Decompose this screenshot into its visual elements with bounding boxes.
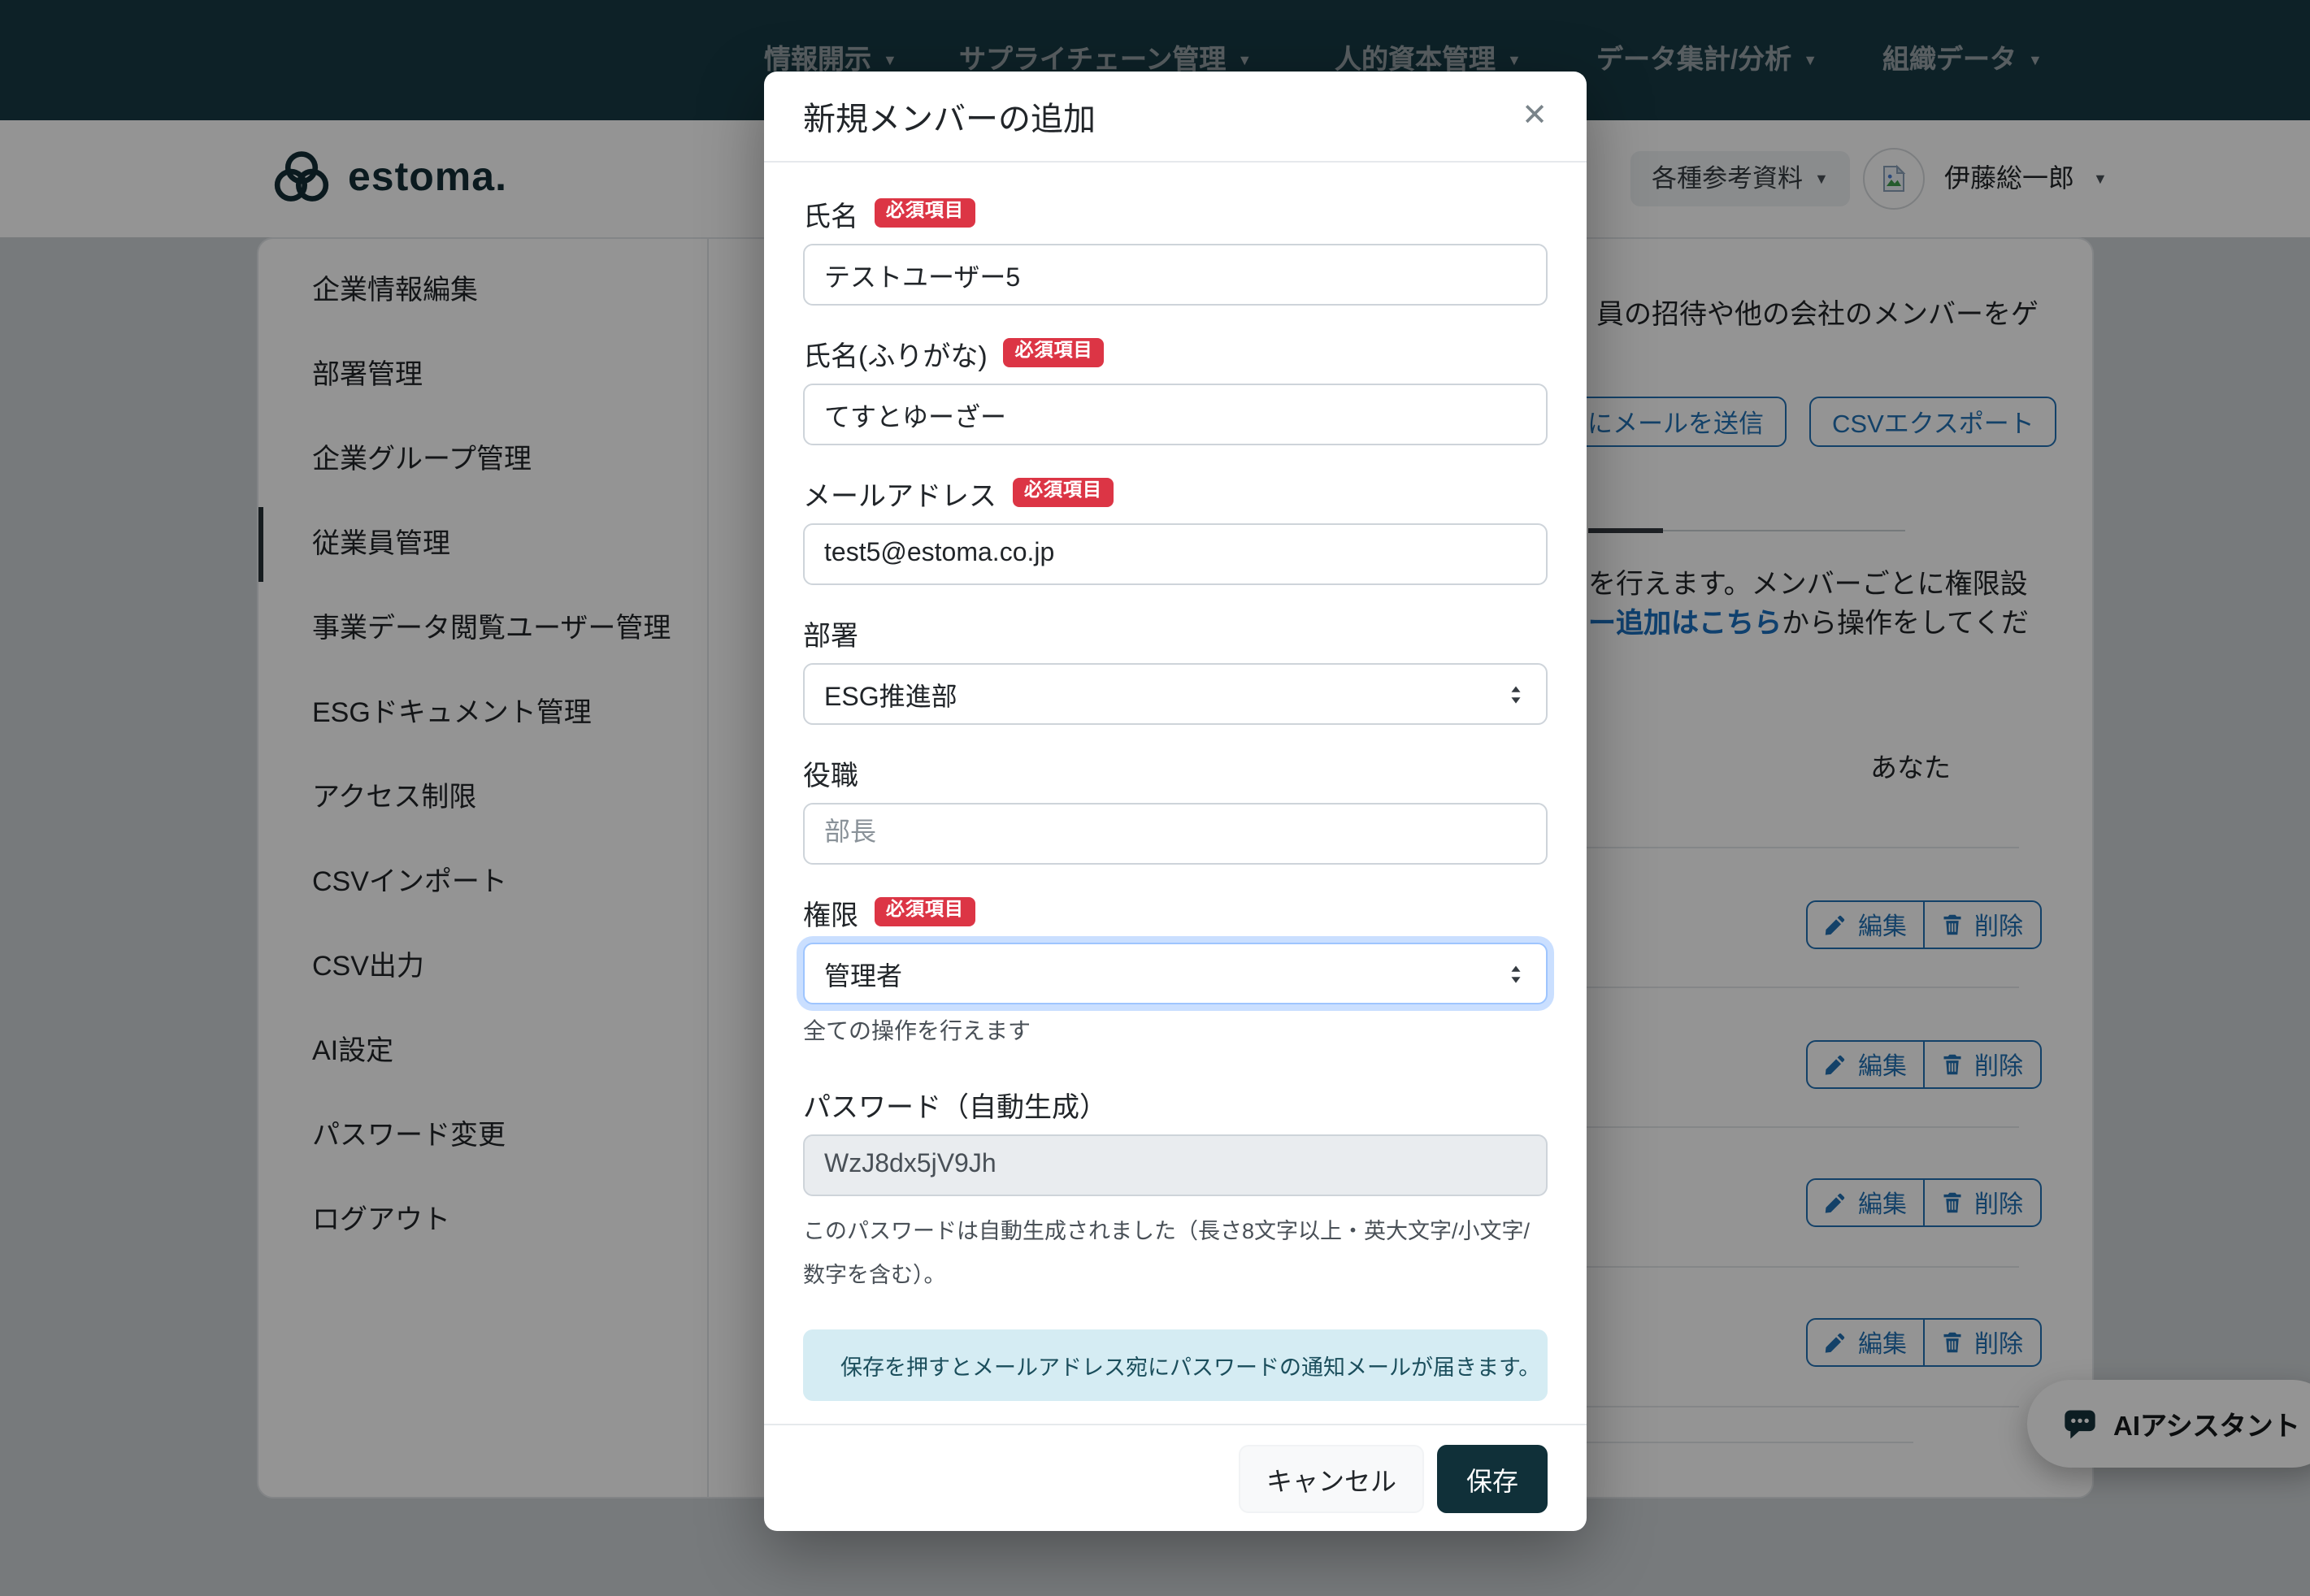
save-button[interactable]: 保存 bbox=[1437, 1444, 1548, 1512]
field-label: 部署 bbox=[803, 612, 858, 653]
field-furigana: 氏名(ふりがな) 必須項目 bbox=[803, 335, 1548, 445]
field-label: 権限 bbox=[803, 891, 858, 932]
field-label: 役職 bbox=[803, 752, 858, 792]
field-email: メールアドレス必須項目 bbox=[803, 475, 1548, 585]
field-password: パスワード（自動生成） このパスワードは自動生成されました（長さ8文字以上・英大… bbox=[803, 1086, 1548, 1297]
password-help-text: このパスワードは自動生成されました（長さ8文字以上・英大文字/小文字/数字を含む… bbox=[803, 1209, 1548, 1297]
required-badge: 必須項目 bbox=[1013, 479, 1114, 507]
close-icon[interactable]: ✕ bbox=[1522, 98, 1548, 135]
field-name: 氏名必須項目 bbox=[803, 195, 1548, 306]
select-arrows-icon bbox=[1505, 682, 1526, 706]
field-permission: 権限必須項目 管理者 全ての操作を行えます bbox=[803, 894, 1548, 1047]
field-label: 氏名 bbox=[803, 193, 858, 233]
field-title: 役職 bbox=[803, 754, 1548, 865]
notification-info-box: 保存を押すとメールアドレス宛にパスワードの通知メールが届きます。 bbox=[803, 1329, 1548, 1401]
modal-body: 氏名必須項目 氏名(ふりがな)必須項目 メールアドレス必須項目 部署 ESG推進… bbox=[764, 163, 1587, 1401]
required-badge: 必須項目 bbox=[875, 898, 975, 926]
modal-title: 新規メンバーの追加 bbox=[803, 93, 1096, 140]
name-input[interactable] bbox=[803, 244, 1548, 306]
field-label: パスワード（自動生成） bbox=[803, 1083, 1107, 1124]
required-badge: 必須項目 bbox=[875, 199, 975, 228]
field-label: メールアドレス bbox=[803, 472, 997, 513]
modal-footer: キャンセル 保存 bbox=[764, 1424, 1587, 1531]
permission-select[interactable]: 管理者 bbox=[803, 943, 1548, 1004]
info-message: 保存を押すとメールアドレス宛にパスワードの通知メールが届きます。 bbox=[840, 1349, 1540, 1381]
furigana-input[interactable] bbox=[803, 384, 1548, 445]
screen: 情報開示▼ サプライチェーン管理▼ 人的資本管理▼ データ集計/分析▼ 組織デー… bbox=[0, 0, 2310, 1596]
field-label: 氏名(ふりがな) bbox=[803, 332, 988, 373]
cancel-button[interactable]: キャンセル bbox=[1239, 1444, 1424, 1512]
select-arrows-icon bbox=[1505, 961, 1526, 986]
field-department: 部署 ESG推進部 bbox=[803, 614, 1548, 725]
add-member-modal: 新規メンバーの追加 ✕ 氏名必須項目 氏名(ふりがな)必須項目 メールアドレス必… bbox=[764, 72, 1587, 1531]
modal-header: 新規メンバーの追加 ✕ bbox=[764, 72, 1587, 163]
password-input bbox=[803, 1134, 1548, 1196]
department-select[interactable]: ESG推進部 bbox=[803, 663, 1548, 725]
email-input[interactable] bbox=[803, 523, 1548, 585]
required-badge: 必須項目 bbox=[1004, 339, 1105, 367]
job-title-input[interactable] bbox=[803, 803, 1548, 865]
permission-help-text: 全ての操作を行えます bbox=[803, 1014, 1548, 1047]
